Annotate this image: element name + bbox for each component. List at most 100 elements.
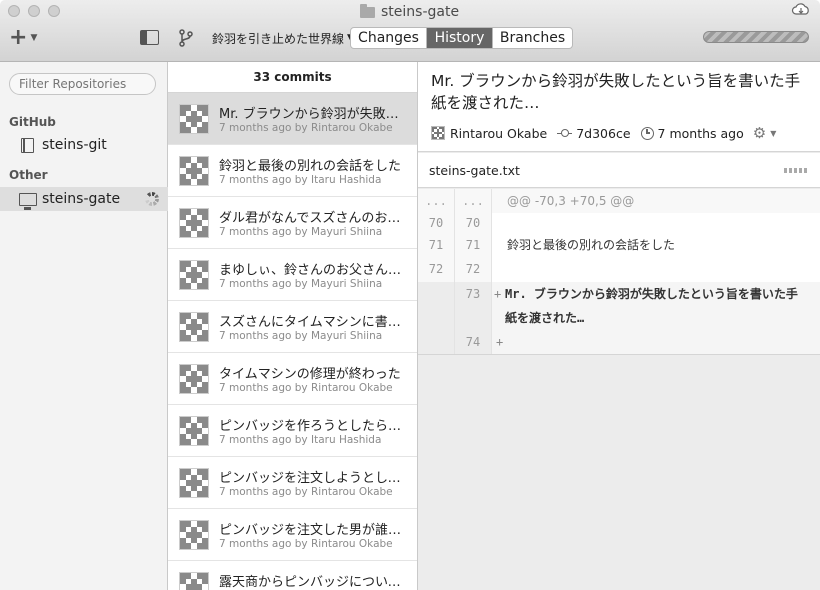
old-line-number: ... — [418, 189, 455, 213]
commit-row[interactable]: ピンバッジを注文しようとして店に…7 months ago by Rintaro… — [168, 457, 417, 509]
author-avatar — [179, 260, 209, 290]
commit-count: 33 commits — [168, 62, 417, 93]
gear-icon[interactable]: ⚙ — [753, 125, 766, 141]
commit-row[interactable]: タイムマシンの修理が終わった 7 months ago by Rintarou O… — [168, 353, 417, 405]
sync-progress-bar[interactable] — [703, 31, 809, 43]
diff-view: ...... @@ -70,3 +70,5 @@ 70 70 71 71 鈴羽と最後の… — [418, 189, 820, 355]
new-line-number: 74 — [455, 330, 492, 354]
commit-row-meta: 7 months ago by Mayuri Shiina — [219, 330, 383, 342]
author-avatar — [179, 468, 209, 498]
diff-line: 70 70 — [418, 213, 820, 233]
plus-icon: + — [9, 25, 28, 50]
author-avatar — [179, 312, 209, 342]
add-repository-button[interactable]: + ▼ — [9, 25, 38, 50]
old-line-number: 70 — [418, 213, 455, 233]
commit-row[interactable]: まゆしぃ、鈴さんのお父さんが誰か…7 months ago by Mayuri … — [168, 249, 417, 301]
new-line-number: 72 — [455, 257, 492, 282]
chevron-down-icon[interactable]: ▼ — [770, 129, 776, 138]
commit-row-title: 鈴羽と最後の別れの会話をした — [219, 159, 402, 174]
author-avatar — [179, 156, 209, 186]
new-line-number: 71 — [455, 233, 492, 257]
diff-sign — [496, 213, 507, 233]
commit-meta: Rintarou Okabe 7d306ce 7 months ago ⚙ ▼ — [431, 125, 776, 141]
diff-line-text: Mr. ブラウンから鈴羽が失敗したという旨を書いた手紙を渡された… — [505, 287, 798, 325]
commit-row-meta: 7 months ago by Rintarou Okabe — [219, 486, 393, 498]
commit-history-list: 33 commits Mr. ブラウンから鈴羽が失敗したという旨を書いた手紙を渡… — [168, 62, 418, 590]
tab-changes[interactable]: Changes — [351, 28, 427, 48]
commit-row[interactable]: 鈴羽と最後の別れの会話をした 7 months ago by Itaru Hash… — [168, 145, 417, 197]
repository-sidebar: GitHub steins-git Other steins-gate — [0, 62, 168, 590]
repo-name: steins-git — [42, 137, 107, 153]
commit-row-title: Mr. ブラウンから鈴羽が失敗したという旨を書いた手紙を渡された… — [219, 107, 409, 122]
repo-name: steins-gate — [42, 191, 121, 207]
view-tabs: Changes History Branches — [350, 27, 573, 49]
diff-sign: + — [496, 335, 504, 349]
commit-detail-header: Mr. ブラウンから鈴羽が失敗したという旨を書いた手紙を渡された… Rintar… — [418, 62, 820, 152]
toggle-sidebar-icon[interactable] — [140, 30, 159, 45]
commit-row-meta: 7 months ago by Rintarou Okabe — [219, 538, 393, 550]
commit-row-meta: 7 months ago by Itaru Hashida — [219, 174, 382, 186]
commit-row-meta: 7 months ago by Rintarou Okabe — [219, 382, 393, 394]
commit-row[interactable]: スズさんにタイムマシンに書いてあるシール…7 months ago by May… — [168, 301, 417, 353]
close-window-button[interactable] — [8, 5, 20, 17]
cloud-sync-icon[interactable] — [791, 2, 811, 18]
author-avatar — [179, 104, 209, 134]
clock-icon — [640, 126, 654, 140]
commit-row[interactable]: ピンバッジを作ろうとしたらオヤジが…7 months ago by Itaru … — [168, 405, 417, 457]
old-line-number: 71 — [418, 233, 455, 257]
commit-row[interactable]: 露天商からピンバッジについて聞いた…7 months ago by Rintar… — [168, 561, 417, 590]
commit-row[interactable]: ダル君がなんでスズさんのお父さんって…7 months ago by Mayur… — [168, 197, 417, 249]
commit-detail-pane: Mr. ブラウンから鈴羽が失敗したという旨を書いた手紙を渡された… Rintar… — [418, 62, 820, 590]
author-avatar — [179, 572, 209, 590]
tab-branches[interactable]: Branches — [493, 28, 572, 48]
commit-row-title: 露天商からピンバッジについて聞いた… — [219, 575, 409, 590]
sidebar-item-steins-git[interactable]: steins-git — [0, 133, 168, 157]
diff-hunk-header: ...... @@ -70,3 +70,5 @@ — [418, 189, 820, 213]
chevron-down-icon: ▼ — [30, 32, 38, 43]
commit-row-title: スズさんにタイムマシンに書いてあるシール… — [219, 315, 409, 330]
old-line-number: 72 — [418, 257, 455, 282]
new-line-number: 70 — [455, 213, 492, 233]
commit-date: 7 months ago — [657, 125, 744, 141]
diff-line: 73 + Mr. ブラウンから鈴羽が失敗したという旨を書いた手紙を渡された… — [418, 282, 820, 330]
branch-name: 鈴羽を引き止めた世界線 — [212, 31, 345, 46]
minimize-window-button[interactable] — [28, 5, 40, 17]
tab-history[interactable]: History — [427, 28, 493, 48]
old-line-number — [418, 330, 455, 354]
folder-icon — [360, 3, 375, 18]
branch-icon[interactable] — [178, 28, 194, 48]
commit-row-meta: 7 months ago by Itaru Hashida — [219, 434, 382, 446]
diff-line: 72 72 — [418, 257, 820, 282]
new-line-number: ... — [455, 189, 492, 213]
commit-icon — [557, 128, 573, 138]
commit-row-title: ダル君がなんでスズさんのお父さんって… — [219, 211, 409, 226]
author-avatar — [179, 208, 209, 238]
file-header: steins-gate.txt — [418, 153, 820, 188]
diff-line: 74 + — [418, 330, 820, 354]
commit-row[interactable]: ピンバッジを注文した男が誰か分かった…7 months ago by Rinta… — [168, 509, 417, 561]
loading-spinner-icon — [145, 192, 159, 206]
book-icon — [21, 137, 34, 153]
commit-row[interactable]: Mr. ブラウンから鈴羽が失敗したという旨を書いた手紙を渡された…7 month… — [168, 93, 417, 145]
filter-repositories-input[interactable] — [9, 73, 156, 95]
old-line-number — [418, 282, 455, 330]
group-header-other: Other — [9, 168, 48, 182]
file-name: steins-gate.txt — [429, 163, 520, 178]
sidebar-item-steins-gate[interactable]: steins-gate — [0, 187, 168, 211]
diff-sign: + — [494, 287, 502, 301]
window-title: steins-gate — [360, 3, 459, 21]
commit-sha[interactable]: 7d306ce — [576, 126, 630, 141]
app-window: steins-gate + ▼ 鈴羽を引き止めた世界線 ▼ Changes Hi… — [0, 0, 820, 590]
diff-sign — [496, 233, 507, 257]
file-options-icon[interactable] — [784, 168, 808, 173]
commit-title: Mr. ブラウンから鈴羽が失敗したという旨を書いた手紙を渡された… — [431, 72, 801, 112]
diff-line-text: 鈴羽と最後の別れの会話をした — [507, 238, 676, 252]
author-avatar — [431, 126, 445, 140]
zoom-window-button[interactable] — [48, 5, 60, 17]
branch-selector[interactable]: 鈴羽を引き止めた世界線 ▼ — [212, 30, 354, 46]
monitor-icon — [19, 192, 37, 210]
author-avatar — [179, 364, 209, 394]
commit-row-title: ピンバッジを注文した男が誰か分かった… — [219, 523, 409, 538]
diff-line-text: @@ -70,3 +70,5 @@ — [507, 194, 635, 208]
commit-row-title: タイムマシンの修理が終わった — [219, 367, 401, 382]
